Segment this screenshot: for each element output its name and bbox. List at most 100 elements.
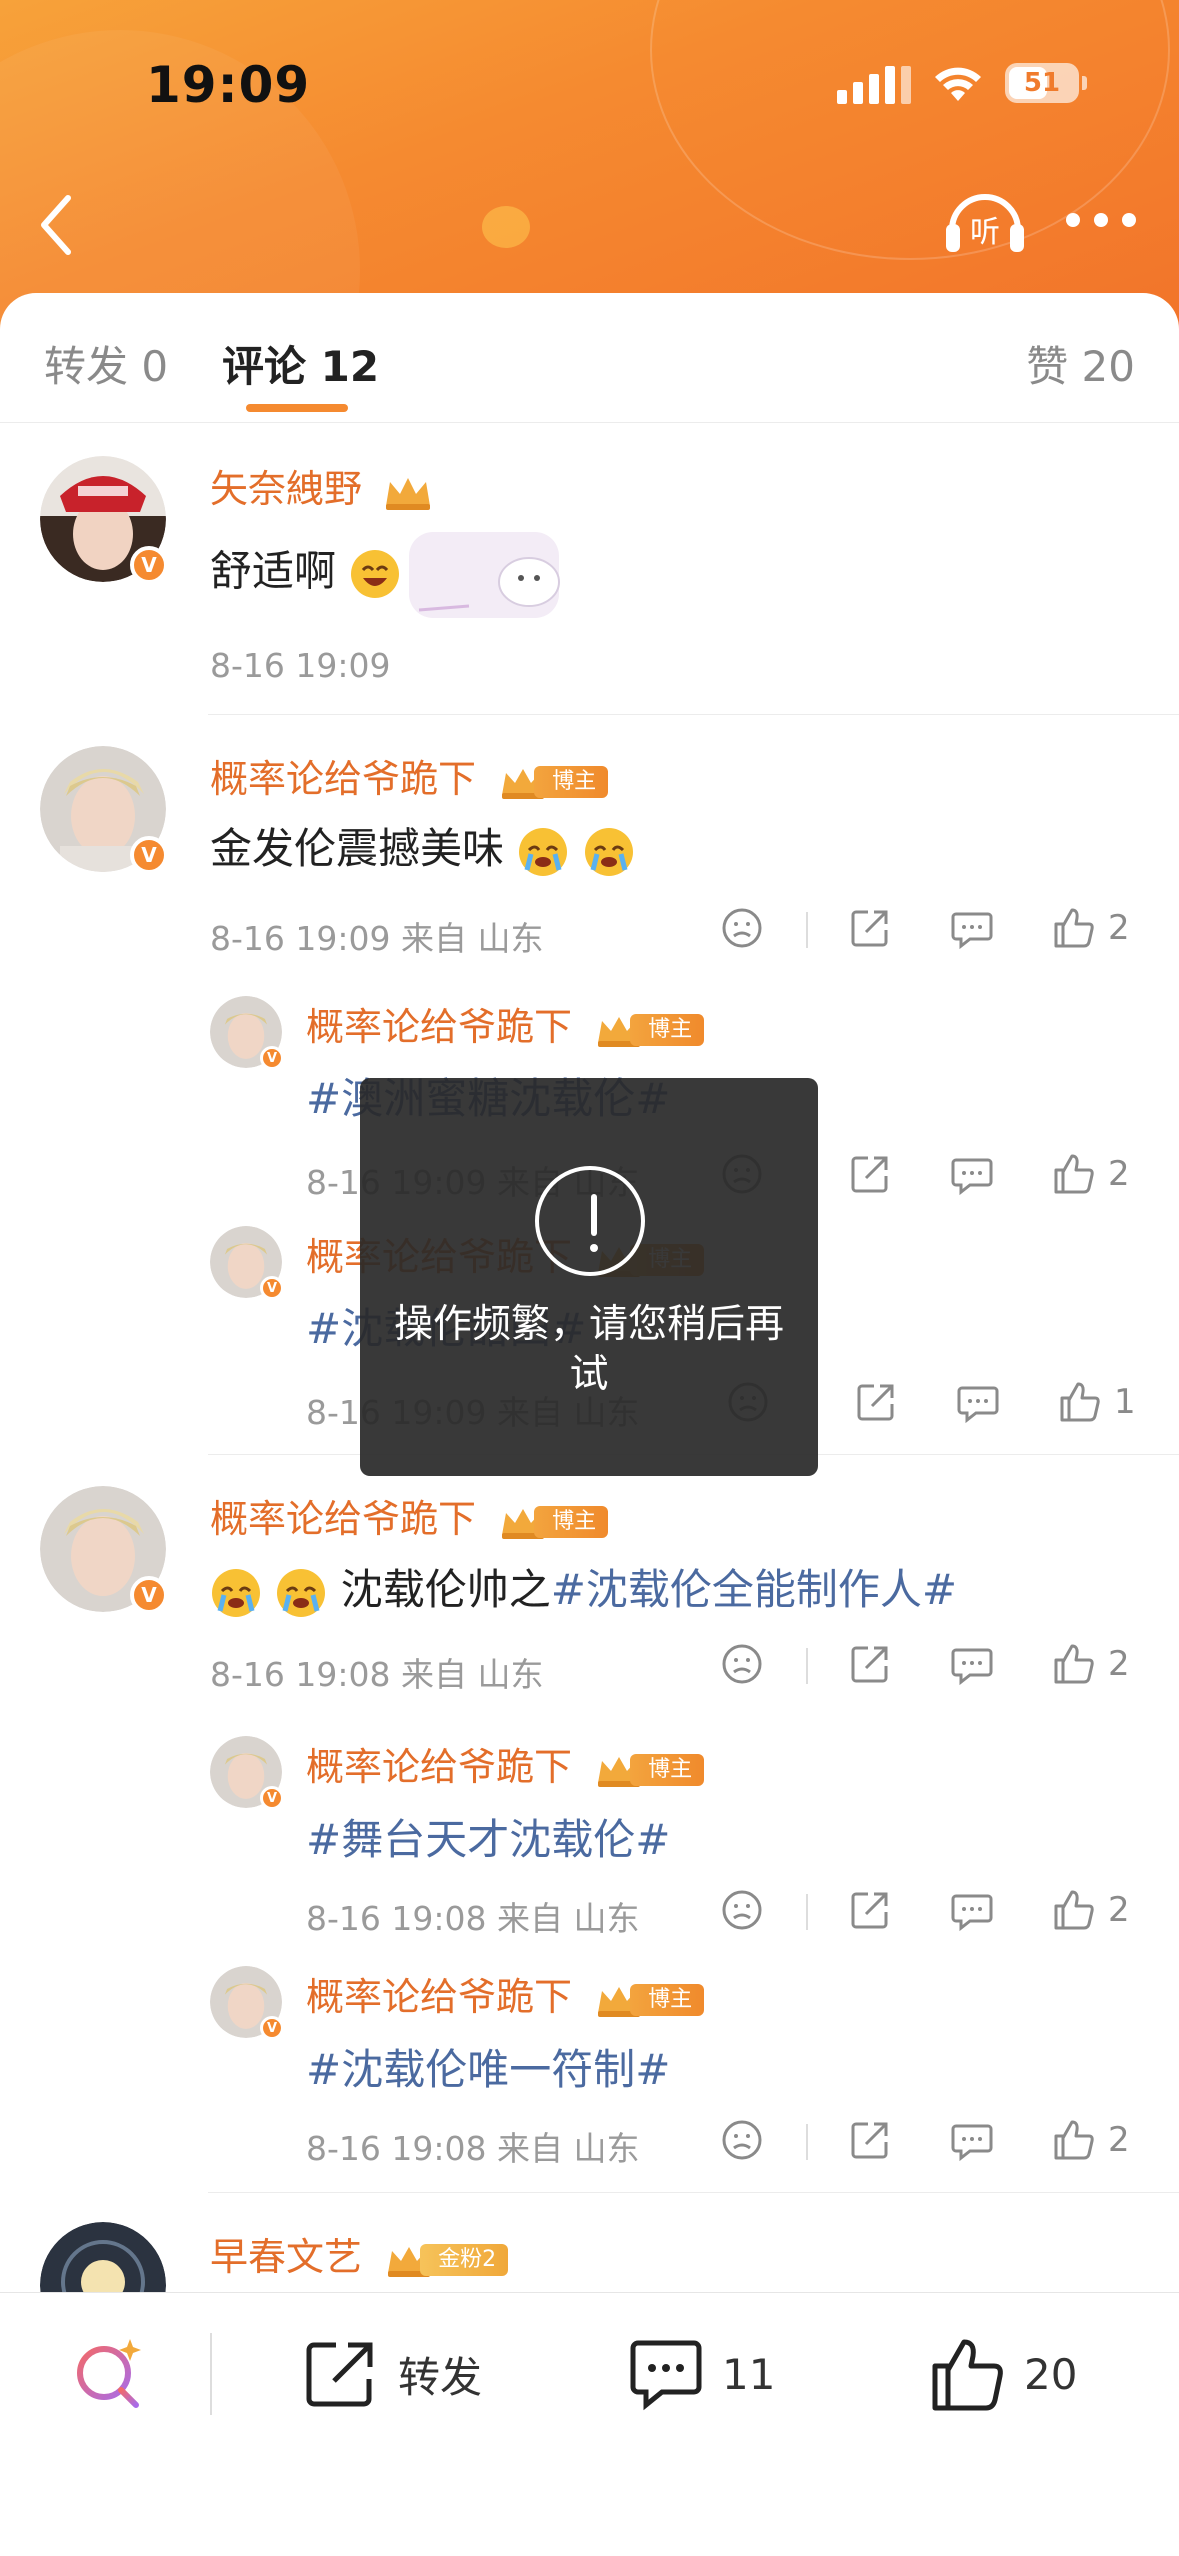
crying-emoji-icon [519,827,568,876]
avatar[interactable]: V [40,746,168,874]
like-button[interactable]: 2 [1052,1152,1130,1196]
comment-text: 舒适啊 [210,524,579,624]
repost-button[interactable] [848,2118,892,2162]
battery-icon: 51 [1005,63,1087,103]
more-icon[interactable] [1066,200,1136,240]
battery-level: 51 [1023,68,1061,98]
dislike-button[interactable] [720,906,764,950]
comment-icon [951,1158,993,1196]
thumbs-up-icon [932,2339,1003,2411]
dislike-button[interactable] [720,1888,764,1932]
separator [806,1648,808,1684]
separator [806,912,808,948]
comment-text: 金发伦震撼美味 [210,815,635,878]
share-icon [851,1892,888,1929]
verified-icon: V [260,1046,284,1070]
listen-icon[interactable]: 听 [940,180,1030,260]
verified-icon: V [260,1276,284,1300]
like-count: 2 [1108,1154,1130,1194]
like-count: 2 [1108,2120,1130,2160]
signal-icon [837,62,911,104]
wifi-icon [935,67,981,101]
thumbs-up-icon [1054,1154,1094,1194]
repost-button[interactable] [854,1380,898,1424]
reply-text: #舞台天才沈载伦# [306,1806,670,1867]
sad-face-icon [722,1890,762,1930]
separator [210,2333,212,2415]
dislike-button[interactable] [720,1642,764,1686]
comment-icon [957,1386,999,1424]
bottom-like-button[interactable]: 20 [930,2333,1077,2415]
comment-text-content: 金发伦震撼美味 [210,824,505,873]
comment-text: 沈载伦帅之#沈载伦全能制作人# [210,1556,957,1619]
reply-button[interactable] [950,906,994,950]
fan-badge: 金粉2 [384,2241,509,2279]
sad-face-icon [722,908,762,948]
toast-message: 操作频繁，请您稍后再试 [393,1302,784,1397]
topic-link[interactable]: #沈载伦唯一符制# [306,2045,670,2094]
reply-button[interactable] [956,1380,1000,1424]
reply-button[interactable] [950,1642,994,1686]
tab-repost[interactable]: 转发 0 [44,333,168,394]
repost-button[interactable] [848,1152,892,1196]
repost-button[interactable] [848,1642,892,1686]
author-name: 概率论给爷跪下 [306,1005,573,1049]
crying-emoji-icon [277,1568,326,1617]
like-button[interactable]: 2 [1052,1888,1130,1932]
repost-button[interactable] [848,1888,892,1932]
avatar[interactable]: V [40,456,168,584]
comment-author[interactable]: 概率论给爷跪下 博主 [210,748,609,803]
back-icon[interactable] [32,190,82,260]
sticker-icon [408,532,560,618]
avatar[interactable]: V [40,1486,168,1614]
avatar[interactable]: V [210,1966,284,2040]
status-icons: 51 [837,62,1087,104]
dislike-button[interactable] [720,2118,764,2162]
like-button[interactable]: 2 [1052,2118,1130,2162]
comment-text-content: 舒适啊 [210,546,337,596]
like-button[interactable]: 2 [1052,1642,1130,1686]
avatar[interactable]: V [210,1736,284,1810]
reply-time: 8-16 19:08 来自 山东 [306,1899,640,1938]
comment-author[interactable]: 早春文艺 金粉2 [210,2226,509,2281]
comment-time: 8-16 19:08 来自 山东 [210,1655,544,1694]
verified-icon: V [130,1576,168,1614]
status-time: 19:09 [146,56,311,114]
comment-time: 8-16 19:09 来自 山东 [210,919,544,958]
like-count: 2 [1108,908,1130,948]
badge-label: 博主 [630,1983,705,2016]
repost-button[interactable] [848,906,892,950]
reply-author[interactable]: 概率论给爷跪下 博主 [306,1736,705,1791]
separator [806,1894,808,1930]
bottom-comment-button[interactable]: 11 [628,2333,775,2415]
like-button[interactable]: 2 [1052,906,1130,950]
separator [806,2124,808,2160]
reply-button[interactable] [950,1152,994,1196]
like-button[interactable]: 1 [1058,1380,1136,1424]
share-icon [851,2122,888,2159]
comment-author[interactable]: 矢奈絏野 [210,458,434,513]
bottom-repost-button[interactable]: 转发 [304,2333,482,2415]
avatar[interactable]: V [210,1226,284,1300]
comment-author[interactable]: 概率论给爷跪下 博主 [210,1488,609,1543]
author-name: 概率论给爷跪下 [210,1497,477,1541]
reply-text: #沈载伦唯一符制# [306,2036,670,2097]
badge-label: 博主 [630,1753,705,1786]
topic-link[interactable]: #沈载伦全能制作人# [551,1565,957,1614]
tab-like[interactable]: 赞 20 [1026,333,1135,394]
verified-icon: V [130,836,168,874]
like-count: 20 [1024,2349,1078,2399]
search-button[interactable] [70,2333,146,2415]
toast-dialog: 操作频繁，请您稍后再试 [360,1078,818,1476]
header-decoration [482,206,530,248]
reply-button[interactable] [950,1888,994,1932]
reply-button[interactable] [950,2118,994,2162]
avatar[interactable]: V [210,996,284,1070]
reply-author[interactable]: 概率论给爷跪下 博主 [306,996,705,1051]
sad-face-icon [722,2120,762,2160]
topic-link[interactable]: #舞台天才沈载伦# [306,1815,670,1864]
badge-label: 博主 [630,1013,705,1046]
crying-emoji-icon [212,1568,260,1617]
comment-count: 11 [722,2349,776,2399]
reply-author[interactable]: 概率论给爷跪下 博主 [306,1966,705,2021]
